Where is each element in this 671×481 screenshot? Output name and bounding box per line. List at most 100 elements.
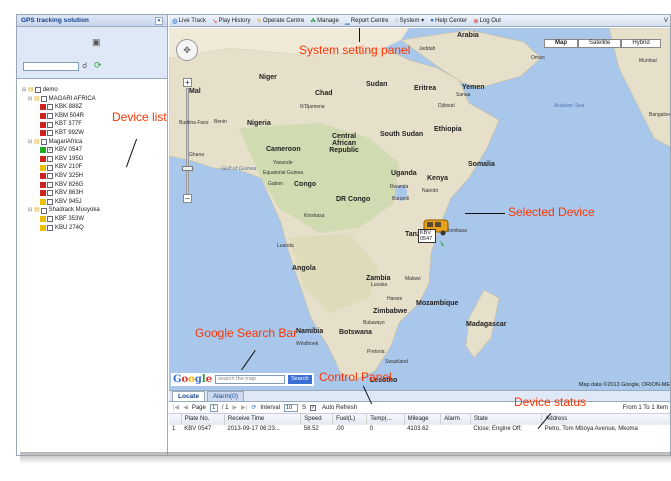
tree-device[interactable]: KBV 195G — [22, 155, 100, 164]
tree-checkbox[interactable] — [47, 190, 53, 197]
tree-device[interactable]: KBM 504R — [22, 112, 100, 121]
map-place-label: Mozambique — [416, 300, 459, 307]
last-page-icon[interactable]: ▶| — [241, 404, 247, 411]
next-page-icon[interactable]: ▶ — [233, 404, 238, 411]
app-window: GPS tracking solution « ▣ ☌ ⟳ ⊟ ▤ demo ⊟ ▤ MA… — [16, 14, 671, 456]
tab-locate[interactable]: Locate — [172, 391, 205, 401]
map-place-label: South Sudan — [380, 131, 424, 138]
map-search-button[interactable]: Search — [288, 375, 312, 384]
column-header[interactable]: Mileage — [404, 414, 442, 424]
zoom-slider-knob[interactable] — [182, 166, 193, 171]
tab-alarm[interactable]: Alarm(0) — [206, 391, 244, 401]
tree-checkbox[interactable]: ✓ — [47, 147, 53, 154]
toolbar-item-help-center[interactable]: ● Help Center — [430, 17, 467, 24]
column-header[interactable]: Temp(... — [366, 414, 405, 424]
column-header[interactable]: Address — [541, 414, 670, 424]
tree-checkbox[interactable] — [47, 130, 53, 137]
tree-checkbox[interactable] — [47, 156, 53, 163]
map-type-hybrid[interactable]: Hybrid — [621, 39, 661, 48]
map-place-label: Somalia — [468, 161, 495, 168]
locate-icon[interactable]: ▣ — [92, 37, 101, 48]
logout-icon: ⊗ — [473, 17, 479, 25]
tree-device[interactable]: KBU 274Q — [22, 224, 100, 233]
tree-device[interactable]: KBK 888Z — [22, 103, 100, 112]
tree-device[interactable]: KBV 863H — [22, 189, 100, 198]
map-place-label: Gabon — [268, 181, 284, 187]
tree-checkbox[interactable] — [34, 87, 41, 94]
interval-select[interactable]: 10 — [284, 403, 299, 412]
tree-group[interactable]: ⊟ ▤ Shadrack Musyoka — [22, 206, 100, 215]
tree-checkbox[interactable] — [47, 104, 53, 111]
tree-device[interactable]: KBV 325H — [22, 172, 100, 181]
tree-device[interactable]: KBV 826G — [22, 181, 100, 190]
column-header[interactable]: Fuel(L) — [332, 414, 368, 424]
auto-refresh-checkbox[interactable]: ✓ — [310, 404, 317, 411]
tree-label: demo — [42, 87, 58, 93]
collapse-button[interactable]: « — [155, 16, 163, 25]
map-type-map[interactable]: Map — [544, 39, 578, 48]
tree-checkbox[interactable] — [40, 138, 47, 145]
tree-label: KBF 353W — [55, 215, 85, 222]
column-header[interactable]: State — [470, 414, 543, 424]
tree-device[interactable]: KBF 353W — [22, 215, 100, 224]
map-place-label: Eritrea — [414, 85, 437, 92]
tree-checkbox[interactable] — [47, 199, 53, 206]
toolbar-item-system[interactable]: ⌂ System ▾ — [395, 17, 425, 24]
prev-page-icon[interactable]: ◀ — [183, 404, 188, 411]
tree-group[interactable]: ⊟ ▤ MagariAfrica — [22, 138, 100, 147]
toolbar-item-play-history[interactable]: ↘ Play History — [212, 17, 250, 25]
search-icon[interactable]: ☌ — [82, 61, 87, 70]
tree-checkbox[interactable] — [47, 216, 53, 223]
tree-device[interactable]: KBT 377F — [22, 120, 100, 129]
interval-unit: S — [302, 404, 307, 411]
tree-checkbox[interactable] — [47, 224, 53, 231]
table-row[interactable]: 1 KBV 0547 2013-09-17 06:23... 58.52.00 0 410… — [169, 423, 670, 434]
table-cell: 58.52 — [300, 423, 333, 434]
map-type-satellite[interactable]: Satellite — [578, 39, 622, 48]
tree-label: KBU 274Q — [55, 224, 84, 231]
device-status-icon — [40, 130, 46, 137]
zoom-in-button[interactable]: + — [183, 78, 192, 87]
toolbar-label: Manage — [317, 17, 339, 24]
toolbar-item-operate-centre[interactable]: ✎ Operate Centre — [256, 17, 304, 25]
tree-checkbox[interactable] — [47, 181, 53, 188]
tree-device[interactable]: KBT 992W — [22, 129, 100, 138]
map-search-input[interactable]: search the map — [215, 375, 286, 384]
column-header[interactable]: Receive Time — [224, 414, 302, 424]
tree-checkbox[interactable] — [40, 207, 47, 214]
tree-checkbox[interactable] — [47, 121, 53, 128]
column-header[interactable]: Speed — [300, 414, 334, 424]
zoom-slider[interactable] — [186, 88, 189, 196]
tree-checkbox[interactable] — [40, 95, 47, 102]
reload-icon[interactable]: ⟳ — [251, 404, 256, 411]
first-page-icon[interactable]: |◀ — [173, 404, 179, 411]
annotation-system-panel: System setting panel — [299, 43, 411, 57]
tree-group[interactable]: ⊟ ▤ MAGARI AFRICA — [22, 95, 100, 104]
map-place-label: Lusaka — [371, 282, 388, 288]
toolbar-item-live-track[interactable]: ◍ Live Track — [172, 17, 206, 25]
zoom-out-button[interactable]: – — [183, 194, 192, 203]
map-place-label: Zimbabwe — [373, 308, 408, 315]
refresh-icon[interactable]: ⟳ — [94, 60, 102, 71]
pan-control[interactable]: ✥ — [176, 39, 198, 61]
tree-search-input[interactable] — [23, 62, 79, 71]
table-cell: 2013-09-17 06:23... — [224, 423, 301, 434]
tree-group[interactable]: ⊟ ▤ demo — [22, 86, 100, 95]
tree-device[interactable]: KBV 210F — [22, 163, 100, 172]
globe-icon: ◍ — [172, 17, 178, 25]
column-header[interactable]: Alarm — [440, 414, 471, 424]
toolbar-item-report-centre[interactable]: ▁ Report Centre — [345, 17, 389, 25]
toolbar-item-log-out[interactable]: ⊗ Log Out — [473, 17, 501, 25]
column-header[interactable] — [169, 414, 182, 424]
table-cell: Petro, Tom Mboya Avenue, Mkoma — [541, 423, 670, 434]
tree-checkbox[interactable] — [47, 173, 53, 180]
auto-refresh-label: Auto Refresh — [322, 404, 358, 411]
page-input[interactable]: 1 — [209, 403, 218, 412]
tree-checkbox[interactable] — [47, 164, 53, 171]
tree-label: KBV 863H — [55, 190, 84, 197]
tree-device[interactable]: KBV 945J — [22, 198, 100, 207]
tree-checkbox[interactable] — [47, 113, 53, 120]
tree-device[interactable]: ✓ KBV 0547 — [22, 146, 100, 155]
toolbar-item-manage[interactable]: ☘ Manage — [310, 17, 339, 25]
column-header[interactable]: Plate No. — [181, 414, 225, 424]
